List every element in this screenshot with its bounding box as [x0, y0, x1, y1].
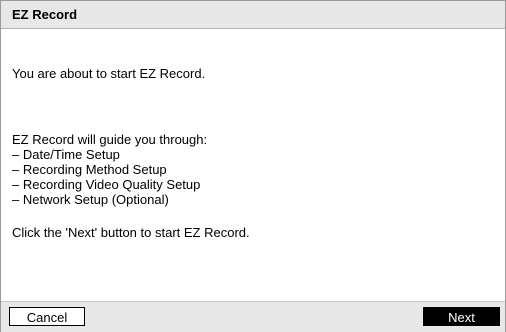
- next-button[interactable]: Next: [423, 307, 500, 326]
- guide-item-recording-method: – Recording Method Setup: [12, 162, 167, 177]
- cancel-button[interactable]: Cancel: [9, 307, 85, 326]
- intro-text: You are about to start EZ Record.: [12, 66, 206, 81]
- ez-record-dialog: EZ Record You are about to start EZ Reco…: [0, 0, 506, 332]
- dialog-title-bar: EZ Record: [1, 1, 505, 29]
- guide-item-date-time: – Date/Time Setup: [12, 147, 120, 162]
- outro-text: Click the 'Next' button to start EZ Reco…: [12, 225, 250, 240]
- guide-item-network: – Network Setup (Optional): [12, 192, 169, 207]
- guide-section: EZ Record will guide you through: – Date…: [12, 132, 207, 207]
- guide-item-video-quality: – Recording Video Quality Setup: [12, 177, 201, 192]
- dialog-title: EZ Record: [12, 7, 78, 22]
- dialog-footer: Cancel Next: [1, 301, 505, 332]
- guide-heading: EZ Record will guide you through:: [12, 132, 208, 147]
